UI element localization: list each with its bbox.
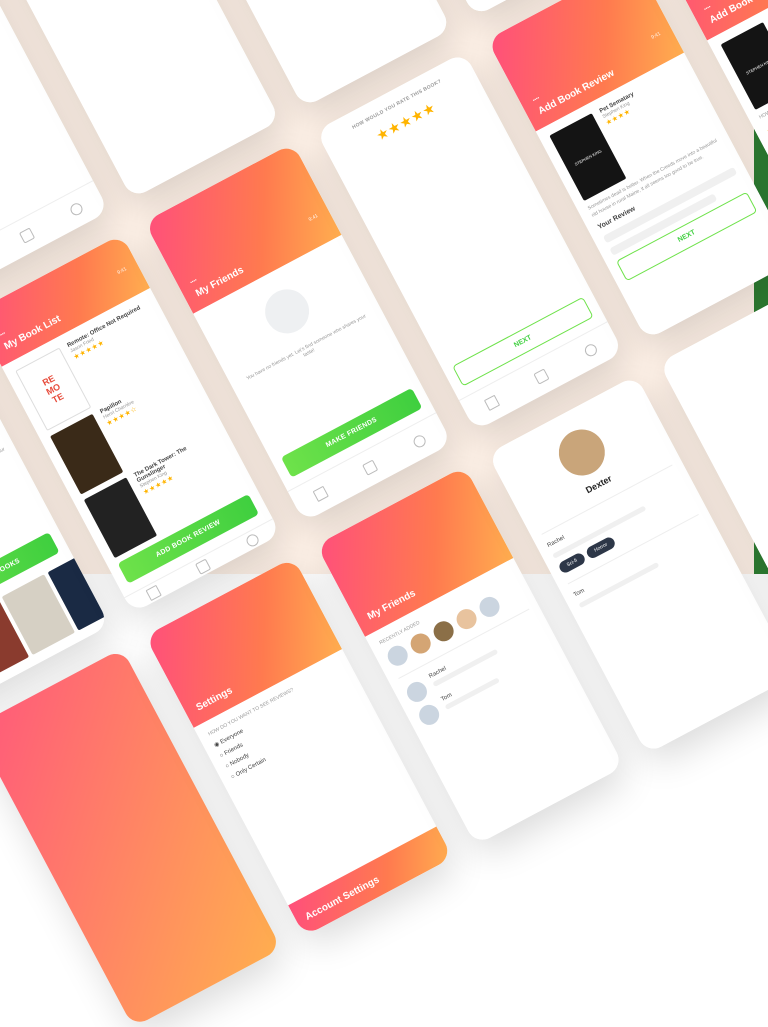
book-cover bbox=[50, 414, 123, 495]
friends-empty-icon bbox=[257, 282, 317, 342]
mockup-stage: You have no books yet. Go get one and te… bbox=[0, 0, 768, 574]
phone-grid: You have no books yet. Go get one and te… bbox=[0, 0, 768, 1027]
avatar[interactable] bbox=[476, 593, 503, 620]
book-cover: REMOTE bbox=[15, 348, 91, 432]
avatar[interactable] bbox=[407, 630, 434, 657]
avatar[interactable] bbox=[453, 606, 480, 633]
avatar[interactable] bbox=[384, 642, 411, 669]
avatar bbox=[551, 421, 613, 483]
book-cover: STEPHEN KING bbox=[549, 113, 626, 201]
avatar[interactable] bbox=[430, 618, 457, 645]
book-cover: STEPHEN KING bbox=[721, 22, 768, 110]
